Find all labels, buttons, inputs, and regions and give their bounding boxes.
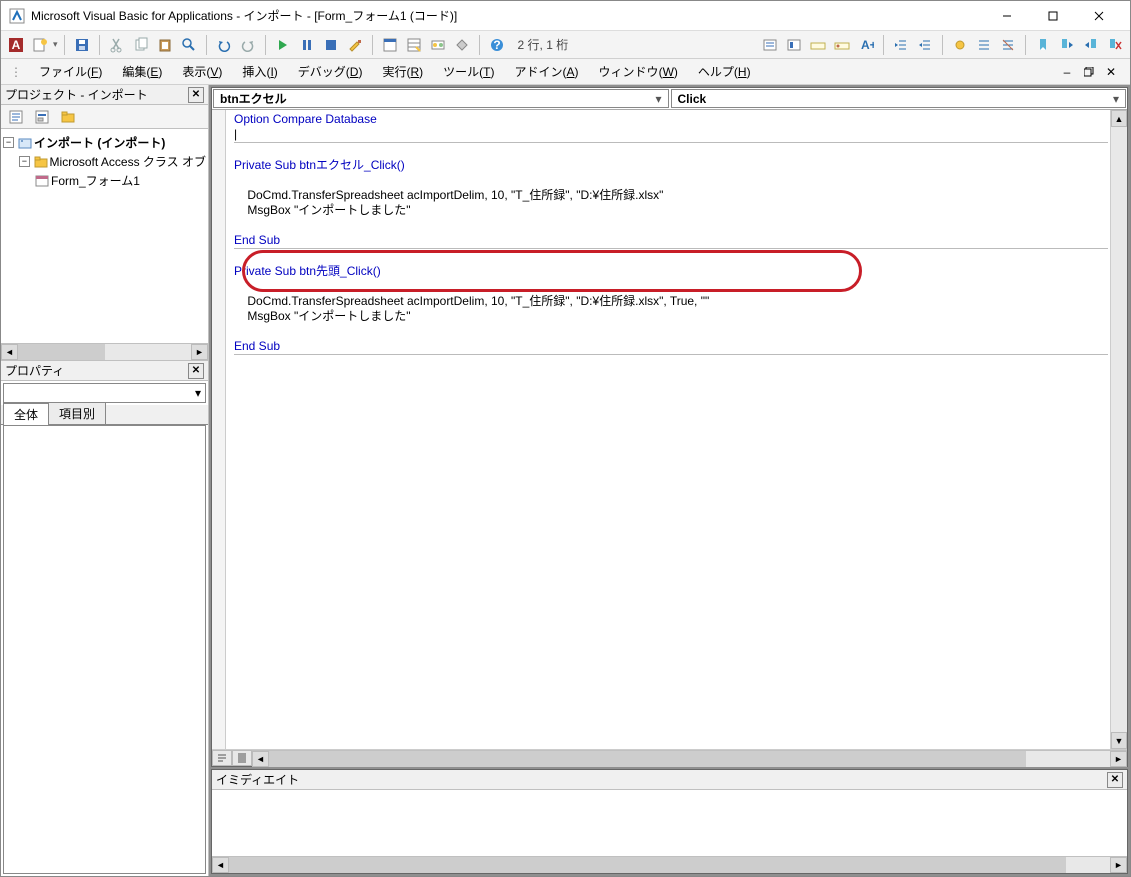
uncomment-block-icon[interactable] [997, 34, 1019, 56]
menu-window[interactable]: ウィンドウ(W) [591, 61, 686, 82]
break-icon[interactable] [296, 34, 318, 56]
help-icon[interactable]: ? [486, 34, 508, 56]
parameter-info-icon[interactable] [831, 34, 853, 56]
minimize-button[interactable] [984, 1, 1030, 31]
find-icon[interactable] [178, 34, 200, 56]
code-window: btnエクセル▾ Click▾ Option Compare Database … [211, 87, 1128, 767]
cursor-position: 2 行, 1 桁 [518, 36, 569, 53]
quick-info-icon[interactable] [807, 34, 829, 56]
menu-view[interactable]: 表示(V) [174, 61, 230, 82]
undo-icon[interactable] [213, 34, 235, 56]
properties-pane: プロパティ ✕ ▾ 全体 項目別 [1, 361, 208, 876]
project-pane-title: プロジェクト - インポート [5, 86, 148, 103]
object-browser-icon[interactable] [427, 34, 449, 56]
code-vscroll[interactable]: ▲▼ [1110, 110, 1127, 749]
menu-insert[interactable]: 挿入(I) [234, 61, 285, 82]
menu-grip-icon: ⋮ [5, 61, 27, 83]
properties-pane-close[interactable]: ✕ [188, 363, 204, 379]
properties-pane-title: プロパティ [5, 362, 64, 379]
save-icon[interactable] [71, 34, 93, 56]
menu-addins[interactable]: アドイン(A) [507, 61, 587, 82]
code-editor[interactable]: Option Compare Database | Private Sub bt… [226, 110, 1110, 749]
mdi-restore-button[interactable] [1080, 64, 1098, 80]
procedure-combo[interactable]: Click▾ [671, 89, 1127, 108]
full-module-view-button[interactable] [232, 750, 252, 766]
properties-object-combo[interactable]: ▾ [3, 383, 206, 403]
complete-word-icon[interactable]: A+ [855, 34, 877, 56]
reset-icon[interactable] [320, 34, 342, 56]
toggle-folders-icon[interactable] [57, 106, 79, 128]
clear-bookmarks-icon[interactable] [1104, 34, 1126, 56]
menu-debug[interactable]: デバッグ(D) [290, 61, 371, 82]
properties-tab-all[interactable]: 全体 [3, 403, 49, 425]
object-combo[interactable]: btnエクセル▾ [213, 89, 669, 108]
project-hscroll[interactable]: ◄► [1, 343, 208, 360]
close-button[interactable] [1076, 1, 1122, 31]
title-bar: Microsoft Visual Basic for Applications … [1, 1, 1130, 31]
toolbox-icon[interactable] [451, 34, 473, 56]
code-hscroll[interactable]: ◄► [252, 750, 1127, 767]
prev-bookmark-icon[interactable] [1080, 34, 1102, 56]
svg-text:?: ? [493, 38, 500, 52]
breakpoint-icon[interactable] [949, 34, 971, 56]
menu-run[interactable]: 実行(R) [374, 61, 431, 82]
project-root[interactable]: インポート (インポート) [34, 134, 165, 151]
redo-icon[interactable] [237, 34, 259, 56]
menu-tools[interactable]: ツール(T) [435, 61, 502, 82]
list-properties-icon[interactable] [759, 34, 781, 56]
properties-grid[interactable] [3, 425, 206, 874]
code-margin[interactable] [212, 110, 226, 749]
immediate-title: イミディエイト [216, 771, 299, 788]
project-explorer-icon[interactable] [379, 34, 401, 56]
immediate-window: イミディエイト ✕ ◄► [211, 769, 1128, 874]
immediate-text[interactable] [212, 790, 1127, 856]
mdi-minimize-button[interactable]: – [1058, 64, 1076, 80]
run-icon[interactable] [272, 34, 294, 56]
main-toolbar: A ▾ ? 2 行, 1 桁 A+ [1, 31, 1130, 59]
list-constants-icon[interactable] [783, 34, 805, 56]
comment-block-icon[interactable] [973, 34, 995, 56]
properties-icon[interactable] [403, 34, 425, 56]
immediate-close[interactable]: ✕ [1107, 772, 1123, 788]
window-title: Microsoft Visual Basic for Applications … [31, 7, 984, 24]
insert-module-icon[interactable] [29, 34, 51, 56]
bookmark-toggle-icon[interactable] [1032, 34, 1054, 56]
maximize-button[interactable] [1030, 1, 1076, 31]
menu-file[interactable]: ファイル(F) [31, 61, 110, 82]
view-code-icon[interactable] [5, 106, 27, 128]
project-explorer: プロジェクト - インポート ✕ − インポート (インポート) − Micro… [1, 85, 208, 361]
project-item[interactable]: Form_フォーム1 [51, 172, 140, 189]
svg-text:A+: A+ [861, 38, 874, 52]
menu-edit[interactable]: 編集(E) [114, 61, 170, 82]
access-icon[interactable]: A [5, 34, 27, 56]
project-pane-close[interactable]: ✕ [188, 87, 204, 103]
view-object-icon[interactable] [31, 106, 53, 128]
menu-bar: ⋮ ファイル(F) 編集(E) 表示(V) 挿入(I) デバッグ(D) 実行(R… [1, 59, 1130, 85]
next-bookmark-icon[interactable] [1056, 34, 1078, 56]
immediate-hscroll[interactable]: ◄► [212, 856, 1127, 873]
outdent-icon[interactable] [914, 34, 936, 56]
cut-icon[interactable] [106, 34, 128, 56]
procedure-view-button[interactable] [212, 750, 232, 766]
project-folder[interactable]: Microsoft Access クラス オブ [50, 153, 206, 170]
paste-icon[interactable] [154, 34, 176, 56]
mdi-close-button[interactable]: ✕ [1102, 64, 1120, 80]
project-tree[interactable]: − インポート (インポート) − Microsoft Access クラス オ… [1, 129, 208, 343]
menu-help[interactable]: ヘルプ(H) [690, 61, 759, 82]
design-mode-icon[interactable] [344, 34, 366, 56]
properties-tab-categorized[interactable]: 項目別 [48, 402, 106, 424]
app-icon [9, 8, 25, 24]
indent-icon[interactable] [890, 34, 912, 56]
svg-text:A: A [12, 38, 21, 52]
copy-icon[interactable] [130, 34, 152, 56]
